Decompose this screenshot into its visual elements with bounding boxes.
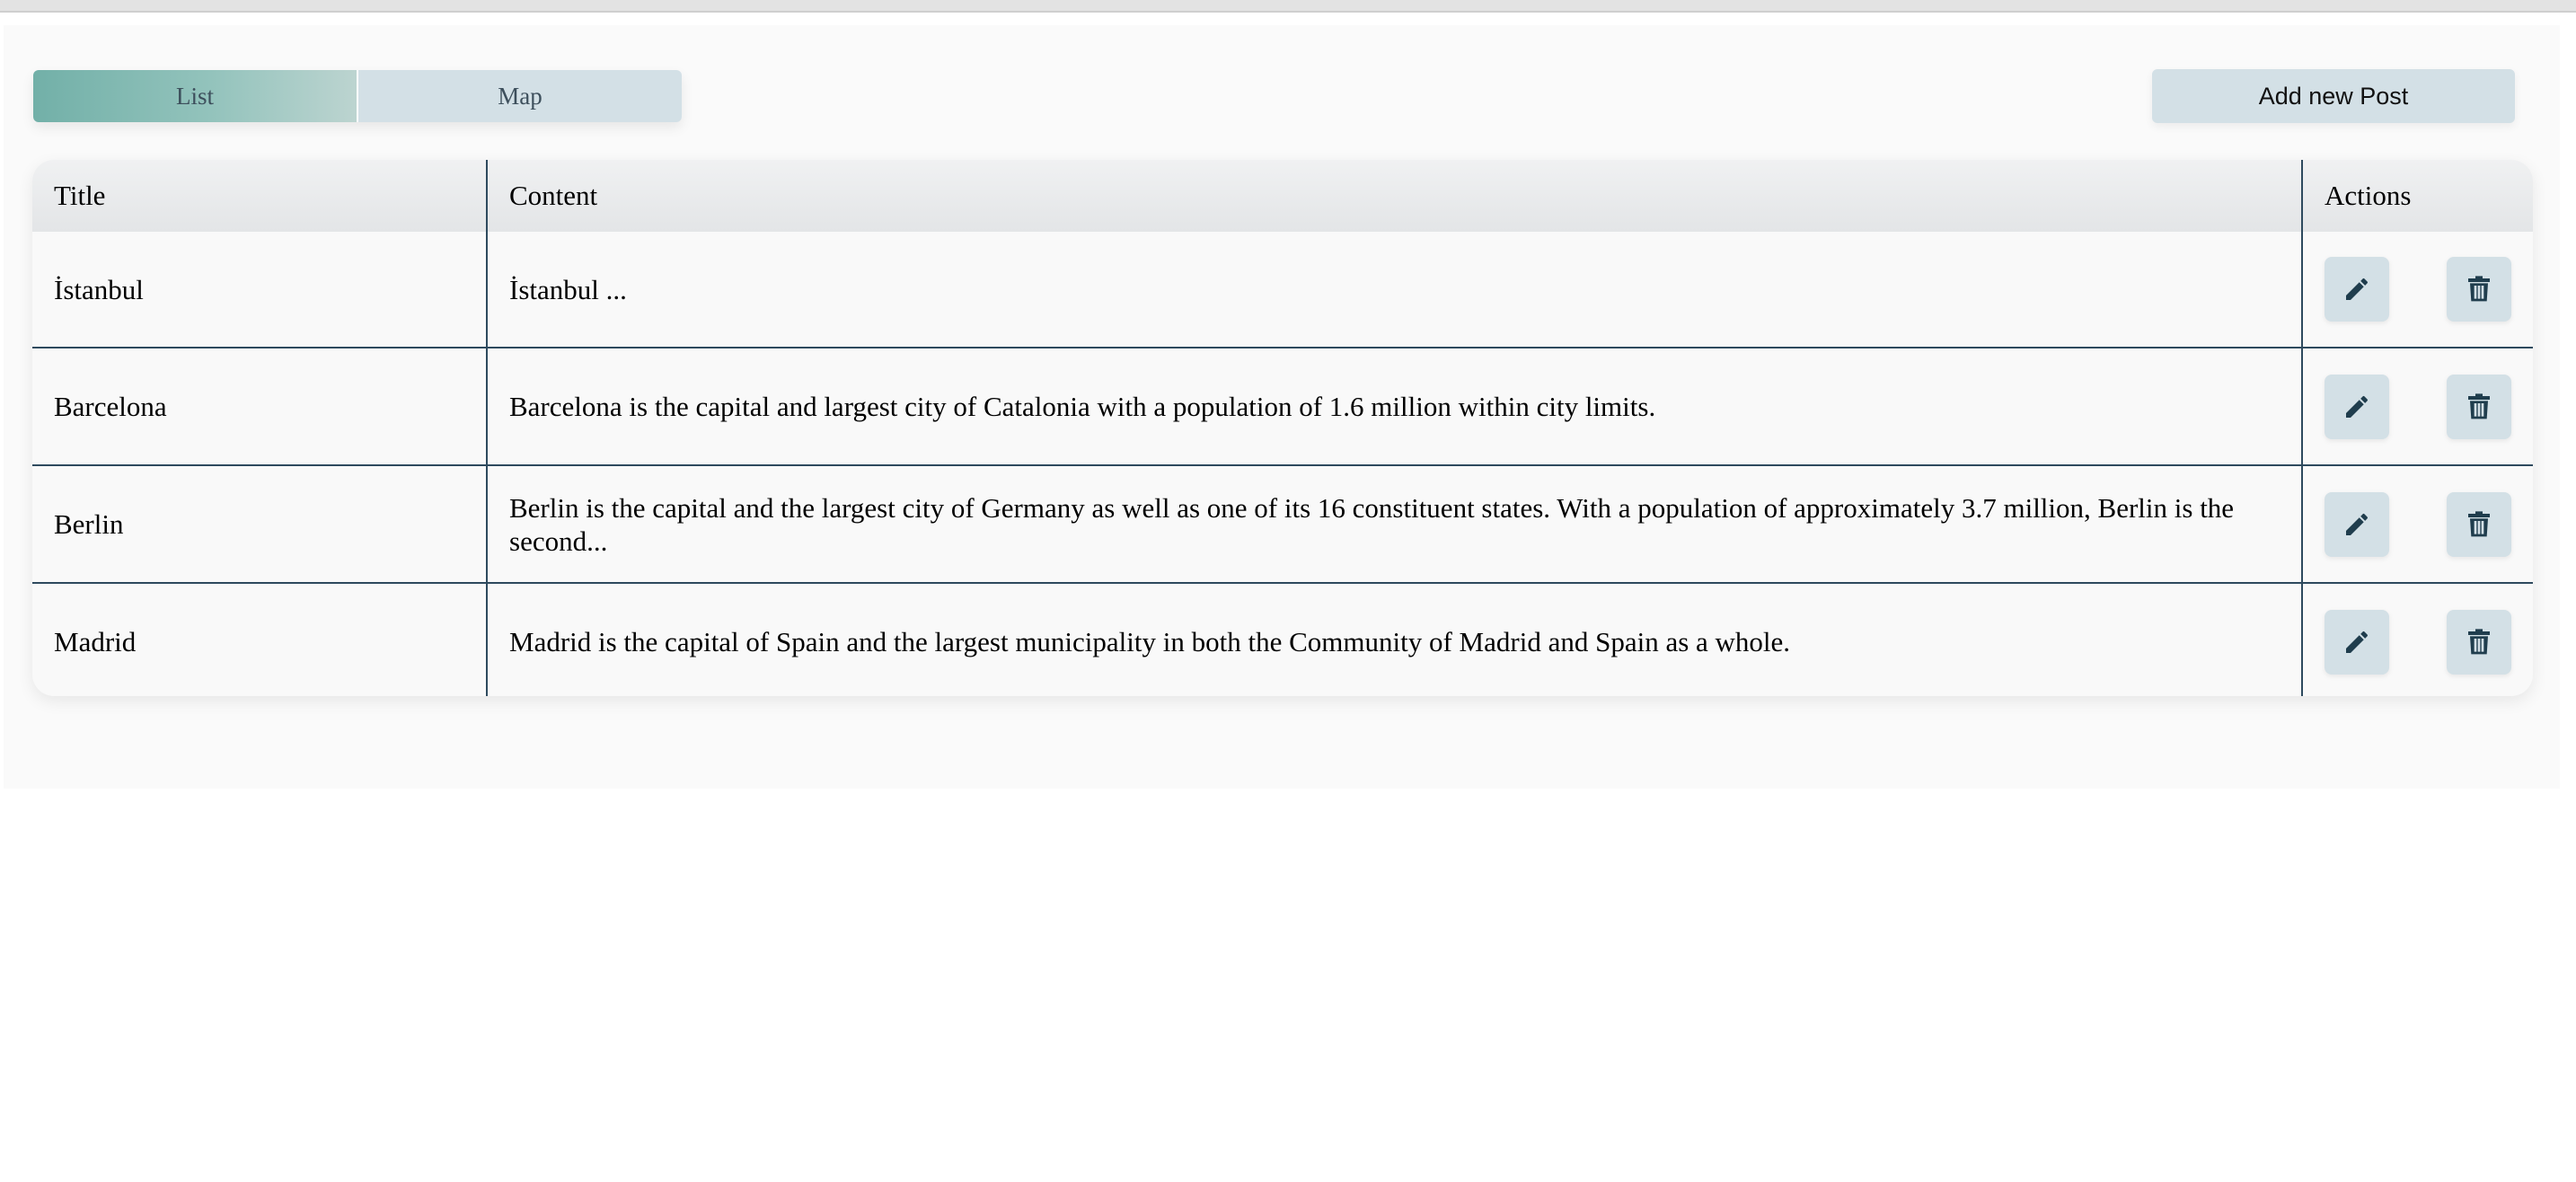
header-content: Content	[486, 160, 2302, 232]
row-content: Berlin is the capital and the largest ci…	[486, 464, 2302, 583]
delete-button[interactable]	[2447, 257, 2511, 322]
row-title: Madrid	[32, 582, 487, 696]
pencil-icon	[2346, 513, 2368, 535]
edit-button[interactable]	[2325, 374, 2389, 439]
edit-button[interactable]	[2325, 491, 2389, 557]
row-actions	[2301, 464, 2533, 583]
add-new-post-button[interactable]: Add new Post	[2152, 69, 2515, 123]
row-actions	[2301, 232, 2533, 348]
tab-map[interactable]: Map	[357, 70, 682, 122]
tab-list[interactable]: List	[33, 70, 357, 122]
posts-table-container: Title Content Actions İstanbul İstanbul …	[32, 160, 2533, 696]
delete-button[interactable]	[2447, 609, 2511, 675]
posts-table: Title Content Actions İstanbul İstanbul …	[32, 160, 2533, 696]
table-row: Berlin Berlin is the capital and the lar…	[32, 464, 2533, 583]
trash-icon	[2468, 628, 2490, 654]
row-content: Madrid is the capital of Spain and the l…	[486, 582, 2302, 696]
delete-button[interactable]	[2447, 374, 2511, 439]
table-row: Barcelona Barcelona is the capital and l…	[32, 347, 2533, 465]
row-content: İstanbul ...	[486, 232, 2302, 348]
trash-icon	[2468, 510, 2490, 536]
row-content: Barcelona is the capital and largest cit…	[486, 347, 2302, 465]
edit-button[interactable]	[2325, 609, 2389, 675]
trash-icon	[2468, 276, 2490, 302]
row-actions	[2301, 347, 2533, 465]
pencil-icon	[2346, 631, 2368, 653]
delete-button[interactable]	[2447, 491, 2511, 557]
header-actions: Actions	[2301, 160, 2533, 232]
edit-button[interactable]	[2325, 257, 2389, 322]
table-header-row: Title Content Actions	[32, 160, 2533, 232]
pencil-icon	[2346, 278, 2368, 300]
row-title: Berlin	[32, 464, 487, 583]
row-actions	[2301, 582, 2533, 696]
row-title: İstanbul	[54, 273, 144, 305]
table-row: İstanbul İstanbul ...	[32, 232, 2533, 348]
header-title: Title	[54, 180, 106, 211]
pencil-icon	[2346, 395, 2368, 418]
trash-icon	[2468, 393, 2490, 419]
row-title: Barcelona	[32, 347, 487, 465]
table-row: Madrid Madrid is the capital of Spain an…	[32, 582, 2533, 696]
browser-top-edge	[0, 0, 2576, 13]
view-tabs: List Map	[33, 70, 682, 122]
